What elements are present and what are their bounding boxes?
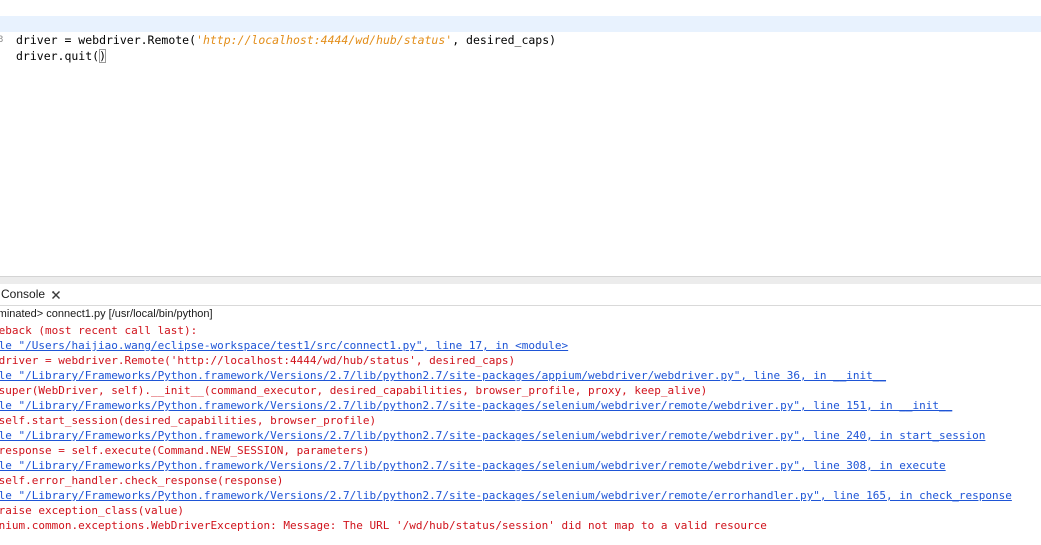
code-segment: driver.quit( xyxy=(16,49,100,63)
editor-line-1[interactable]: driver = webdriver.Remote('http://localh… xyxy=(0,0,1041,47)
traceback-file-link[interactable]: ile "/Library/Frameworks/Python.framewor… xyxy=(0,398,1041,413)
editor-line-2[interactable]: 3 driver.quit() xyxy=(0,16,1041,63)
string-literal: 'http://localhost:4444/wd/hub/status' xyxy=(196,33,453,47)
tab-console-label: Console xyxy=(1,287,46,301)
traceback-line: response = self.execute(Command.NEW_SESS… xyxy=(0,444,370,457)
code-segment: driver = webdriver.Remote( xyxy=(16,33,197,47)
traceback-line: self.error_handler.check_response(respon… xyxy=(0,474,284,487)
traceback-line: self.start_session(desired_capabilities,… xyxy=(0,414,377,427)
code-text: driver.quit() xyxy=(16,48,107,64)
traceback-line: ceback (most recent call last): xyxy=(0,324,198,337)
view-tab-bar: Console xyxy=(0,284,1041,306)
traceback-file-link[interactable]: ile "/Library/Frameworks/Python.framewor… xyxy=(0,368,1041,383)
console-view: Console rminated> connect1.py [/usr/loca… xyxy=(0,284,1041,545)
traceback-line: enium.common.exceptions.WebDriverExcepti… xyxy=(0,519,767,532)
traceback-line: super(WebDriver, self).__init__(command_… xyxy=(0,384,708,397)
close-icon[interactable] xyxy=(51,290,61,300)
traceback-line: raise exception_class(value) xyxy=(0,504,185,517)
console-output[interactable]: ceback (most recent call last): ile "/Use… xyxy=(0,323,1041,545)
tab-console[interactable]: Console xyxy=(0,284,67,305)
code-segment: , desired_caps) xyxy=(452,33,557,47)
traceback-file-link[interactable]: ile "/Library/Frameworks/Python.framewor… xyxy=(0,488,1041,503)
traceback-file-link[interactable]: ile "/Library/Frameworks/Python.framewor… xyxy=(0,428,1041,443)
traceback-file-link[interactable]: ile "/Users/haijiao.wang/eclipse-workspa… xyxy=(0,338,1041,353)
view-splitter[interactable] xyxy=(0,276,1041,284)
code-editor[interactable]: driver = webdriver.Remote('http://localh… xyxy=(0,0,1041,276)
traceback-line: driver = webdriver.Remote('http://localh… xyxy=(0,354,516,367)
code-text: driver = webdriver.Remote('http://localh… xyxy=(16,32,556,48)
traceback-file-link[interactable]: ile "/Library/Frameworks/Python.framewor… xyxy=(0,458,1041,473)
matching-bracket: ) xyxy=(99,49,107,63)
console-process-status: rminated> connect1.py [/usr/local/bin/py… xyxy=(0,308,213,320)
line-number: 3 xyxy=(0,35,4,45)
